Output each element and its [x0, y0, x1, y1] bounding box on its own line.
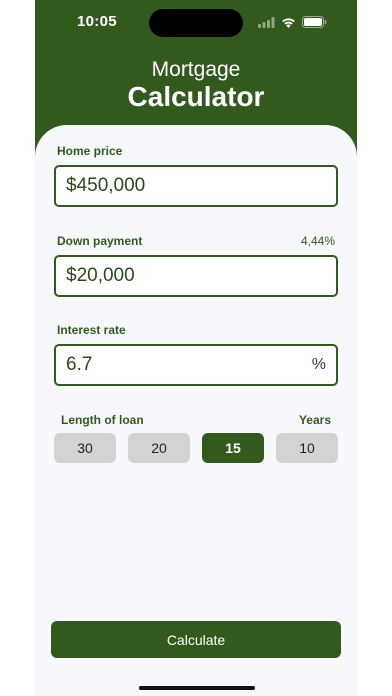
percent-suffix: %: [311, 356, 326, 373]
page-title-line2: Calculator: [127, 81, 265, 112]
home-price-label: Home price: [57, 144, 123, 158]
down-payment-input[interactable]: $20,000: [54, 255, 338, 297]
wifi-icon: [281, 15, 296, 33]
loan-option-30[interactable]: 30: [54, 433, 116, 463]
loan-length-selector: 30 20 15 10: [54, 433, 338, 463]
status-bar: 10:05: [35, 0, 357, 44]
loan-option-10[interactable]: 10: [276, 433, 338, 463]
screen: 10:05 Mortgage Calculator Home price $45…: [0, 0, 392, 696]
down-payment-value: $20,000: [66, 265, 135, 286]
battery-icon: [302, 15, 327, 33]
status-icons: [258, 15, 327, 33]
interest-rate-label: Interest rate: [57, 323, 126, 337]
interest-rate-value: 6.7: [66, 354, 93, 375]
page-title-line1: Mortgage: [151, 58, 241, 81]
page-title: Mortgage Calculator: [35, 58, 357, 112]
home-indicator[interactable]: [139, 686, 255, 690]
loan-option-15[interactable]: 15: [202, 433, 264, 463]
app-window: 10:05 Mortgage Calculator Home price $45…: [35, 0, 357, 696]
loan-years-label: Years: [298, 413, 331, 427]
interest-rate-input[interactable]: 6.7 %: [54, 344, 338, 386]
loan-option-20[interactable]: 20: [128, 433, 190, 463]
calculate-button[interactable]: Calculate: [51, 621, 341, 658]
loan-length-label: Length of loan: [61, 413, 144, 427]
signal-icon: [258, 15, 275, 33]
home-price-input[interactable]: $450,000: [54, 165, 338, 207]
home-price-value: $450,000: [66, 175, 146, 196]
down-payment-label: Down payment: [57, 234, 143, 248]
form-sheet: Home price $450,000 Down payment 4,44% $…: [35, 125, 357, 696]
down-payment-percent: 4,44%: [300, 234, 335, 248]
status-time: 10:05: [77, 13, 117, 30]
dynamic-island: [149, 9, 243, 37]
